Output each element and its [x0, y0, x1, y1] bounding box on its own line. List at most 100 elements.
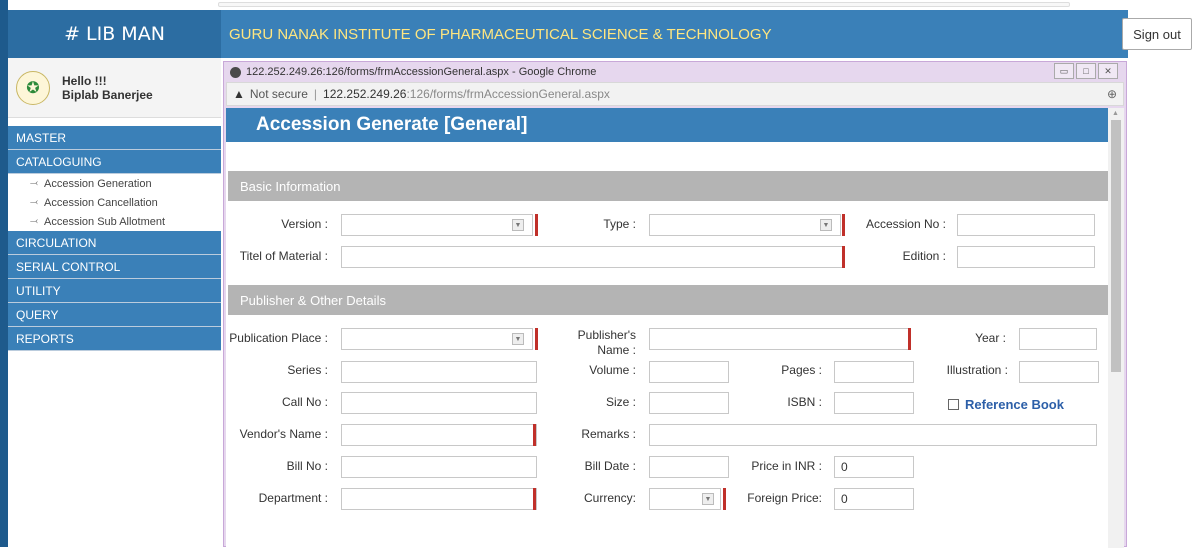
required-marker — [533, 424, 536, 446]
accession-no-input[interactable] — [957, 214, 1095, 236]
scroll-thumb[interactable] — [1111, 120, 1121, 372]
dropdown-arrow-icon[interactable]: ▼ — [702, 493, 714, 505]
required-marker — [908, 328, 911, 350]
year-label: Year : — [975, 331, 1006, 345]
size-input[interactable] — [649, 392, 729, 414]
publishers-name-input[interactable] — [649, 328, 911, 350]
vendors-name-input[interactable] — [341, 424, 537, 446]
required-marker — [723, 488, 726, 510]
sidebar-subitem-accession-cancellation[interactable]: ⤙ Accession Cancellation — [8, 193, 221, 212]
remarks-label: Remarks : — [581, 427, 636, 441]
bill-no-input[interactable] — [341, 456, 537, 478]
sidebar-item-serial-control[interactable]: SERIAL CONTROL — [8, 255, 221, 279]
arrow-icon: ⤙ — [30, 178, 38, 189]
required-marker — [535, 214, 538, 236]
accession-no-label: Accession No : — [865, 217, 946, 231]
illustration-label: Illustration : — [946, 363, 1008, 377]
illustration-input[interactable] — [1019, 361, 1099, 383]
isbn-input[interactable] — [834, 392, 914, 414]
warning-icon: ▲ — [233, 87, 245, 101]
window-title-bar[interactable]: 122.252.249.26:126/forms/frmAccessionGen… — [224, 62, 1126, 82]
price-inr-input[interactable]: 0 — [834, 456, 914, 478]
bill-date-input[interactable] — [649, 456, 729, 478]
page-viewport: Accession Generate [General] ▲ Basic Inf… — [226, 108, 1124, 548]
required-marker — [535, 328, 538, 350]
title-material-label: Titel of Material : — [239, 249, 328, 263]
sidebar-item-utility[interactable]: UTILITY — [8, 279, 221, 303]
series-input[interactable] — [341, 361, 537, 383]
dropdown-arrow-icon[interactable]: ▼ — [820, 219, 832, 231]
sidebar-subitem-accession-generation[interactable]: ⤙ Accession Generation — [8, 174, 221, 193]
dropdown-arrow-icon[interactable]: ▼ — [512, 333, 524, 345]
address-bar[interactable]: ▲ Not secure | 122.252.249.26:126/forms/… — [226, 82, 1124, 106]
top-bar: # LIB MAN GURU NANAK INSTITUTE OF PHARMA… — [8, 0, 1200, 58]
page-title: Accession Generate [General] — [226, 108, 1108, 142]
maximize-icon[interactable]: □ — [1076, 63, 1096, 79]
volume-label: Volume : — [589, 363, 636, 377]
sidebar-item-cataloguing[interactable]: CATALOGUING — [8, 150, 221, 174]
sidebar-item-master[interactable]: MASTER — [8, 126, 221, 150]
window-title: 122.252.249.26:126/forms/frmAccessionGen… — [246, 66, 597, 78]
call-no-input[interactable] — [341, 392, 537, 414]
type-label: Type : — [603, 217, 636, 231]
required-marker — [842, 214, 845, 236]
bill-no-label: Bill No : — [286, 459, 328, 473]
sign-out-button[interactable]: Sign out — [1122, 18, 1192, 50]
section-publisher-details: Publisher & Other Details — [228, 285, 1108, 315]
chrome-popup-window: 122.252.249.26:126/forms/frmAccessionGen… — [223, 61, 1127, 548]
bill-date-label: Bill Date : — [584, 459, 636, 473]
zoom-icon[interactable]: ⊕ — [1107, 87, 1117, 101]
pages-input[interactable] — [834, 361, 914, 383]
sidebar-subitem-accession-sub-allotment[interactable]: ⤙ Accession Sub Allotment — [8, 212, 221, 231]
app-logo[interactable]: # LIB MAN — [8, 10, 221, 58]
left-edge-strip — [0, 0, 8, 547]
publication-place-select[interactable] — [341, 328, 533, 350]
user-name: Biplab Banerjee — [62, 87, 153, 102]
scrollbar[interactable]: ▲ — [1108, 108, 1124, 548]
vendors-name-label: Vendor's Name : — [239, 427, 328, 441]
institute-logo-icon: ✪ — [16, 70, 50, 105]
currency-label: Currency: — [583, 491, 636, 505]
user-panel: ✪ Hello !!! Biplab Banerjee — [8, 58, 221, 118]
arrow-icon: ⤙ — [30, 197, 38, 208]
isbn-label: ISBN : — [787, 395, 822, 409]
not-secure-label: Not secure — [249, 87, 308, 101]
url-text: 122.252.249.26:126/forms/frmAccessionGen… — [323, 87, 610, 101]
price-inr-label: Price in INR : — [751, 459, 822, 473]
foreign-price-input[interactable]: 0 — [834, 488, 914, 510]
department-input[interactable] — [341, 488, 537, 510]
remarks-input[interactable] — [649, 424, 1097, 446]
sidebar-item-circulation[interactable]: CIRCULATION — [8, 231, 221, 255]
publication-place-label: Publication Place : — [229, 331, 328, 345]
version-select[interactable] — [341, 214, 533, 236]
institute-name: GURU NANAK INSTITUTE OF PHARMACEUTICAL S… — [221, 10, 1128, 58]
sidebar: ✪ Hello !!! Biplab Banerjee MASTER CATAL… — [8, 58, 221, 547]
close-icon[interactable]: ✕ — [1098, 63, 1118, 79]
pages-label: Pages : — [781, 363, 822, 377]
minimize-icon[interactable]: ▭ — [1054, 63, 1074, 79]
user-greeting: Hello !!! — [62, 73, 107, 88]
section-basic-information: Basic Information — [228, 171, 1108, 201]
dropdown-arrow-icon[interactable]: ▼ — [512, 219, 524, 231]
version-label: Version : — [281, 217, 328, 231]
department-label: Department : — [258, 491, 328, 505]
reference-book-checkbox[interactable]: Reference Book — [948, 397, 1064, 412]
required-marker — [842, 246, 845, 268]
edition-input[interactable] — [957, 246, 1095, 268]
series-label: Series : — [287, 363, 328, 377]
scroll-up-icon[interactable]: ▲ — [1112, 110, 1119, 117]
call-no-label: Call No : — [281, 395, 328, 409]
volume-input[interactable] — [649, 361, 729, 383]
arrow-icon: ⤙ — [30, 216, 38, 227]
foreign-price-label: Foreign Price: — [747, 491, 822, 505]
year-input[interactable] — [1019, 328, 1097, 350]
sidebar-item-reports[interactable]: REPORTS — [8, 327, 221, 351]
chrome-icon — [230, 66, 241, 78]
sidebar-item-query[interactable]: QUERY — [8, 303, 221, 327]
type-select[interactable] — [649, 214, 841, 236]
publishers-name-label: Publisher's Name : — [577, 328, 636, 357]
required-marker — [533, 488, 536, 510]
title-material-input[interactable] — [341, 246, 844, 268]
size-label: Size : — [605, 395, 636, 409]
edition-label: Edition : — [902, 249, 946, 263]
